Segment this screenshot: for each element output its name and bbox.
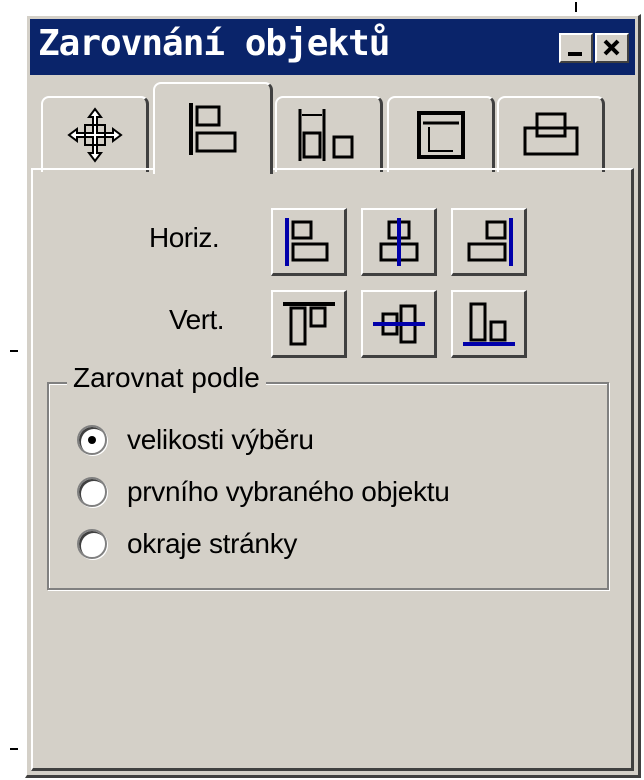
align-panel: Horiz. Vert. Zarovnat podle velikosti vý… <box>31 168 634 771</box>
tab-align[interactable] <box>153 82 273 174</box>
align-left-icon <box>285 218 329 266</box>
tab-arrange[interactable] <box>497 96 605 172</box>
tab-strip <box>31 78 634 174</box>
align-middle-vertical-button[interactable] <box>361 290 437 358</box>
radio-label: prvního vybraného objektu <box>127 476 450 507</box>
background-tick <box>575 2 577 12</box>
tab-size[interactable] <box>387 96 495 172</box>
radio-button[interactable] <box>77 477 107 507</box>
align-icon <box>188 103 236 155</box>
distribute-icon <box>298 109 353 161</box>
align-center-horizontal-icon <box>379 218 419 266</box>
align-bottom-button[interactable] <box>451 290 527 358</box>
radio-first-selected-object[interactable]: prvního vybraného objektu <box>77 472 450 512</box>
close-button[interactable] <box>595 33 629 63</box>
radio-label: okraje stránky <box>127 528 298 559</box>
arrange-icon <box>523 112 578 156</box>
align-top-icon <box>283 302 335 346</box>
align-right-button[interactable] <box>451 208 527 276</box>
align-dialog-window: Zarovnání objektů Horiz. Vert. Zarovnat … <box>25 14 641 778</box>
tab-move[interactable] <box>41 96 149 172</box>
radio-button[interactable] <box>77 529 107 559</box>
minimize-icon <box>568 52 582 56</box>
background-tick <box>10 748 18 750</box>
tab-distribute[interactable] <box>275 96 383 172</box>
align-right-icon <box>467 218 513 266</box>
background-tick <box>10 350 18 352</box>
vert-label: Vert. <box>169 304 225 335</box>
align-center-horizontal-button[interactable] <box>361 208 437 276</box>
radio-label: velikosti výběru <box>127 424 314 455</box>
minimize-button[interactable] <box>559 33 593 63</box>
align-top-button[interactable] <box>271 290 347 358</box>
close-icon <box>603 39 620 56</box>
align-middle-vertical-icon <box>373 304 425 344</box>
radio-page-edge[interactable]: okraje stránky <box>77 524 297 564</box>
align-left-button[interactable] <box>271 208 347 276</box>
size-icon <box>416 111 465 159</box>
move-icon <box>66 107 123 163</box>
radio-selection-size[interactable]: velikosti výběru <box>77 420 314 460</box>
align-bottom-icon <box>463 302 515 346</box>
horiz-label: Horiz. <box>149 222 220 253</box>
align-by-legend: Zarovnat podle <box>67 362 266 394</box>
radio-button-checked[interactable] <box>77 425 107 455</box>
title-bar[interactable]: Zarovnání objektů <box>30 19 635 75</box>
window-title: Zarovnání objektů <box>38 23 390 64</box>
